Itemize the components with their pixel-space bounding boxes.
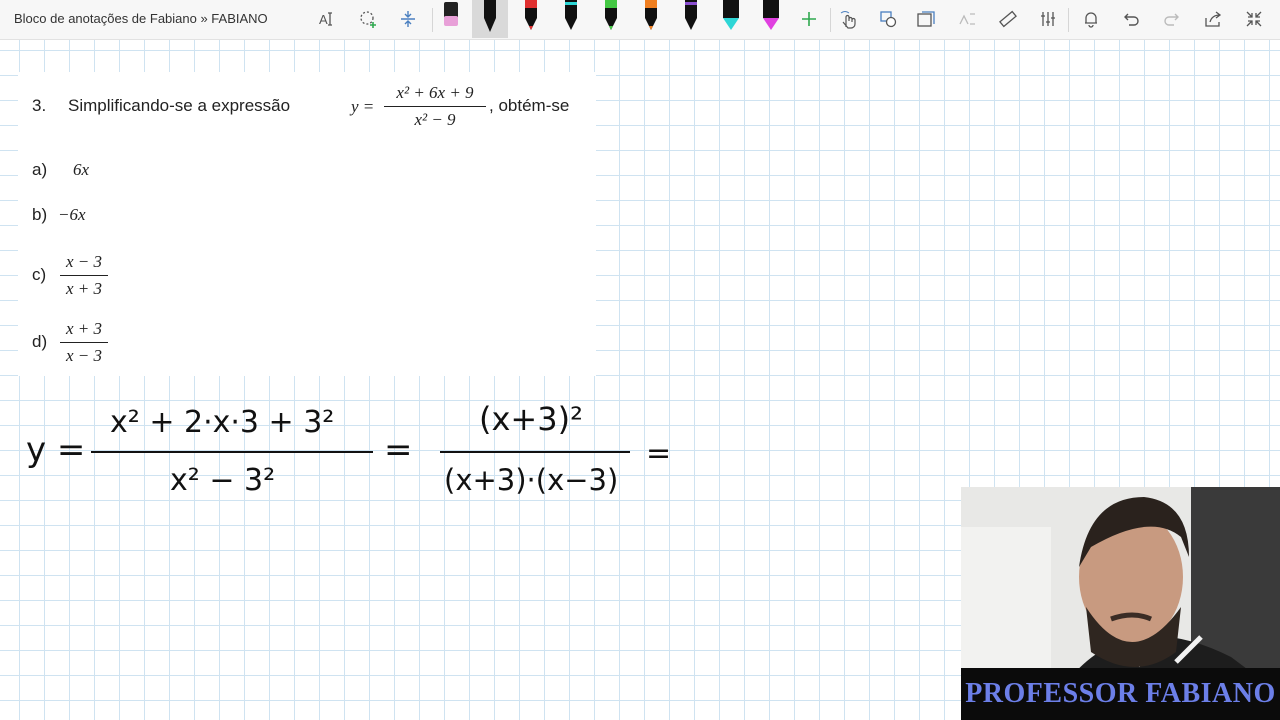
share-icon[interactable] [1200,6,1226,32]
question-prompt: 3. Simplificando-se a expressão [32,96,290,116]
expression-fraction: x² + 6x + 9 x² − 9 [384,83,486,130]
pen-orange-icon[interactable] [640,0,662,38]
option-a-value: 6x [73,160,90,179]
pen-black-3-icon[interactable] [680,0,702,38]
option-a-label: a) [32,160,48,179]
ink-to-math-icon[interactable] [954,6,980,32]
handwritten-denominator-1: x² − 3² [170,463,276,498]
toolbar: Bloco de anotações de Fabiano » FABIANO … [0,0,1280,40]
option-b-label: b) [32,205,48,224]
question-suffix: , obtém-se [489,96,570,115]
fraction-bar [60,275,108,276]
question-number: 3. [32,96,47,115]
option-d-denominator: x − 3 [65,346,103,365]
toolbar-separator [1068,8,1069,32]
handwritten-y-equals: y = [26,430,86,470]
option-d-label: d) [32,332,48,351]
expression-numerator: x² + 6x + 9 [396,83,474,102]
pen-red-icon[interactable] [520,0,542,38]
handwritten-numerator-2: (x+3)² [479,400,583,438]
ruler-icon[interactable] [995,6,1021,32]
webcam-overlay: PROFESSOR FABIANO [961,487,1280,720]
option-c-fraction: x − 3 x + 3 [60,252,108,299]
svg-text:A: A [319,12,328,27]
pen-magenta-icon[interactable] [760,0,782,38]
bell-icon[interactable] [1078,6,1104,32]
webcam-banner: PROFESSOR FABIANO [961,668,1280,720]
question-text: Simplificando-se a expressão [68,96,291,115]
highlighter-icon[interactable] [440,0,462,38]
fraction-bar [60,342,108,343]
option-c-denominator: x + 3 [65,279,103,298]
lasso-select-icon[interactable] [355,6,381,32]
toolbar-separator [830,8,831,32]
pen-cyan-icon[interactable] [720,0,742,38]
option-c-numerator: x − 3 [65,252,103,271]
handwritten-fraction-bar-1 [91,451,373,453]
option-c-label: c) [32,265,47,284]
add-pen-icon[interactable] [796,6,822,32]
undo-icon[interactable] [1118,6,1144,32]
pen-green-icon[interactable] [600,0,622,38]
touch-draw-icon[interactable] [835,6,861,32]
option-d-fraction: x + 3 x − 3 [60,319,108,366]
fraction-bar [384,106,486,107]
pen-black-icon[interactable] [472,0,510,38]
handwritten-denominator-2: (x+3)·(x−3) [444,463,619,497]
convert-ink-icon[interactable] [913,6,939,32]
adjust-icon[interactable] [1035,6,1061,32]
handwritten-fraction-bar-2 [440,451,630,453]
text-select-icon[interactable]: A [315,6,341,32]
handwritten-numerator-1: x² + 2·x·3 + 3² [110,405,335,440]
redo-icon[interactable] [1159,6,1185,32]
shapes-icon[interactable] [875,6,901,32]
toolbar-separator [432,8,433,32]
collapse-icon[interactable] [1241,6,1267,32]
notebook-title[interactable]: Bloco de anotações de Fabiano » FABIANO [14,11,268,26]
expression-denominator: x² − 9 [414,110,456,129]
pen-black-2-icon[interactable] [560,0,582,38]
handwritten-equals-3: = [646,436,672,471]
option-b-value: −6x [58,205,86,224]
insert-space-icon[interactable] [395,6,421,32]
option-d-numerator: x + 3 [65,319,103,338]
expression-y: y = [351,97,375,116]
handwritten-equals-2: = [384,430,413,470]
